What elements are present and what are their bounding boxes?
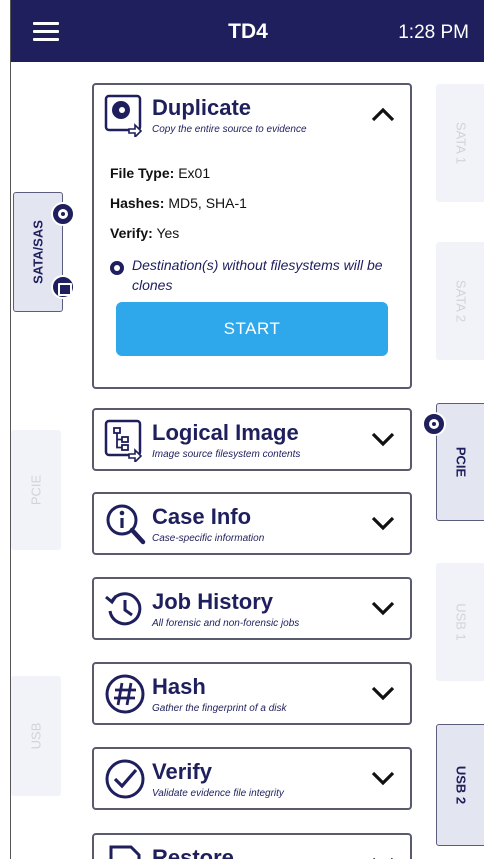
card-subtitle: Case-specific information xyxy=(152,533,265,544)
port-label: PCIE xyxy=(453,446,469,478)
clock: 1:28 PM xyxy=(398,22,469,43)
chevron-down-icon[interactable] xyxy=(370,599,396,617)
verify-value: Yes xyxy=(156,225,180,241)
source-port-usb[interactable]: USB xyxy=(11,676,61,796)
card-title: Duplicate xyxy=(152,95,252,120)
card-title: Logical Image xyxy=(152,420,299,445)
hashes-row: Hashes: MD5, SHA-1 xyxy=(110,195,400,211)
disk-icon xyxy=(422,412,446,436)
card-subtitle: All forensic and non-forensic jobs xyxy=(152,618,300,629)
port-label: SATA/SAS xyxy=(30,220,46,284)
clone-note-text: Destination(s) without filesystems will … xyxy=(132,257,383,293)
app-frame: TD4 1:28 PM SATA/SAS PCIE USB SATA 1 SAT… xyxy=(10,0,484,859)
verify-card[interactable]: Verify Validate evidence file integrity xyxy=(92,747,412,810)
hash-card[interactable]: Hash Gather the fingerprint of a disk xyxy=(92,662,412,725)
disk-copy-icon xyxy=(103,93,147,137)
card-title: Hash xyxy=(152,674,206,699)
check-circle-icon xyxy=(103,757,147,801)
hashes-value: MD5, SHA-1 xyxy=(168,195,247,211)
hash-icon xyxy=(103,672,147,716)
start-button[interactable]: START xyxy=(116,302,388,356)
logical-image-card[interactable]: Logical Image Image source filesystem co… xyxy=(92,408,412,471)
verify-label: Verify: xyxy=(110,225,153,241)
history-icon xyxy=(103,587,147,631)
disk-icon xyxy=(51,202,75,226)
card-subtitle: Image source filesystem contents xyxy=(152,449,301,460)
chevron-down-icon[interactable] xyxy=(370,769,396,787)
info-magnifier-icon xyxy=(103,502,147,546)
card-subtitle: Validate evidence file integrity xyxy=(152,788,284,799)
card-title: Job History xyxy=(152,589,274,614)
hashes-label: Hashes: xyxy=(110,195,165,211)
port-label: USB xyxy=(28,722,44,750)
port-label: SATA 2 xyxy=(453,279,469,323)
dest-port-usb-2[interactable]: USB 2 xyxy=(436,724,484,846)
chevron-down-icon[interactable] xyxy=(370,684,396,702)
file-type-label: File Type: xyxy=(110,165,175,181)
verify-row: Verify: Yes xyxy=(110,225,400,241)
port-label: USB 2 xyxy=(453,765,469,805)
restore-card[interactable]: Restore xyxy=(92,833,412,859)
card-title: Verify xyxy=(152,759,212,784)
clone-note: Destination(s) without filesystems will … xyxy=(110,255,400,295)
dest-port-sata-2[interactable]: SATA 2 xyxy=(436,242,484,360)
file-type-value: Ex01 xyxy=(178,165,211,181)
port-label: USB 1 xyxy=(453,603,469,641)
dest-port-usb-1[interactable]: USB 1 xyxy=(436,563,484,681)
file-type-row: File Type: Ex01 xyxy=(110,165,400,181)
card-subtitle: Gather the fingerprint of a disk xyxy=(152,703,287,714)
job-history-card[interactable]: Job History All forensic and non-forensi… xyxy=(92,577,412,640)
duplicate-details: File Type: Ex01 Hashes: MD5, SHA-1 Verif… xyxy=(110,165,400,295)
restore-icon xyxy=(103,843,147,859)
duplicate-card[interactable]: Duplicate Copy the entire source to evid… xyxy=(92,83,412,389)
source-port-pcie[interactable]: PCIE xyxy=(11,430,61,550)
ssd-icon xyxy=(51,275,75,299)
port-label: PCIE xyxy=(28,474,44,506)
top-bar: TD4 1:28 PM xyxy=(11,0,484,62)
card-title: Restore xyxy=(152,845,234,859)
dest-port-sata-1[interactable]: SATA 1 xyxy=(436,84,484,202)
card-subtitle: Copy the entire source to evidence xyxy=(152,124,307,135)
case-info-card[interactable]: Case Info Case-specific information xyxy=(92,492,412,555)
disk-icon xyxy=(110,261,124,275)
chevron-down-icon[interactable] xyxy=(370,430,396,448)
port-label: SATA 1 xyxy=(453,121,469,165)
chevron-down-icon[interactable] xyxy=(370,855,396,859)
chevron-up-icon[interactable] xyxy=(370,105,396,123)
tree-icon xyxy=(103,418,147,462)
chevron-down-icon[interactable] xyxy=(370,514,396,532)
card-title: Case Info xyxy=(152,504,252,529)
